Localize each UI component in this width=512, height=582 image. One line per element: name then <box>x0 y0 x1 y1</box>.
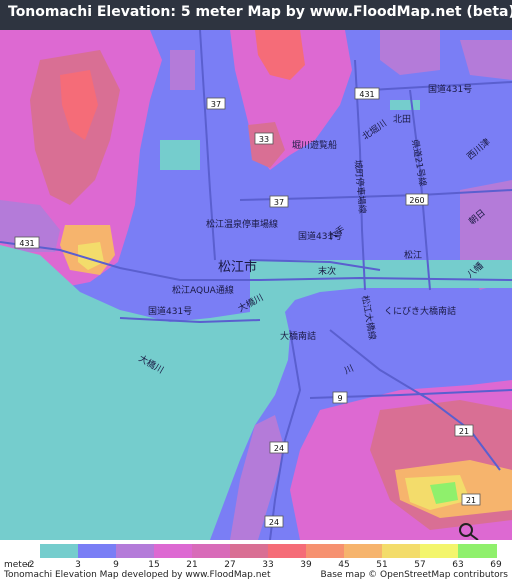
label-ohashi-minamizume: 大橋南詰 <box>280 330 316 342</box>
svg-text:37: 37 <box>211 100 221 109</box>
label-suetsugu: 末次 <box>318 265 336 277</box>
title-bar: Tonomachi Elevation: 5 meter Map by www.… <box>0 0 512 30</box>
legend-tick-label: -2 <box>25 560 35 570</box>
shield-r33: 33 <box>254 132 274 145</box>
svg-text:24: 24 <box>274 444 284 453</box>
svg-text:431: 431 <box>359 90 374 99</box>
map-title: Tonomachi Elevation: 5 meter Map by www.… <box>8 4 512 20</box>
label-matsue-east: 松江 <box>404 249 422 261</box>
legend-tick-label: 15 <box>148 560 160 570</box>
legend-tick-label: 9 <box>113 560 119 570</box>
pond-ne <box>390 100 420 110</box>
shield-r431-west: 431 <box>14 236 40 249</box>
pond-north <box>160 140 200 170</box>
shield-r9: 9 <box>332 391 348 404</box>
legend-tick-label: 21 <box>186 560 198 570</box>
elevation-map[interactable]: 国道431号 国道431号 国道431号 松江温泉停車場線 松江市 松江AQUA… <box>0 30 512 540</box>
shield-r431-ne: 431 <box>354 87 380 100</box>
shield-r37-center: 37 <box>269 195 289 208</box>
legend-tick-label: 51 <box>376 560 388 570</box>
footer-credit: Tonomachi Elevation Map developed by www… <box>4 570 271 580</box>
label-route431-east: 国道431号 <box>428 83 472 95</box>
svg-text:37: 37 <box>274 198 284 207</box>
footer-basemap: Base map © OpenStreetMap contributors <box>320 570 508 580</box>
legend-swatch <box>382 544 421 558</box>
legend-tick-label: 63 <box>452 560 464 570</box>
shield-r37-north: 37 <box>206 97 226 110</box>
legend-tick-label: 33 <box>262 560 274 570</box>
label-route431-south: 国道431号 <box>148 305 192 317</box>
label-matsue-city: 松江市 <box>218 259 257 275</box>
label-station-line: 松江温泉停車場線 <box>206 218 278 230</box>
legend-swatch <box>306 544 345 558</box>
elevation-legend: meter -2 3 9 15 21 27 33 39 45 51 57 63 69 Tonomachi… <box>0 540 512 582</box>
shield-r21-b: 21 <box>461 493 481 506</box>
legend-swatch <box>420 544 459 558</box>
svg-text:431: 431 <box>19 239 34 248</box>
svg-text:9: 9 <box>337 394 342 403</box>
svg-text:33: 33 <box>259 135 269 144</box>
patch-1 <box>170 50 195 90</box>
legend-swatch <box>116 544 155 558</box>
label-horikawa: 堀川遊覧船 <box>292 139 337 151</box>
legend-swatch <box>458 544 497 558</box>
legend-swatch <box>40 544 79 558</box>
legend-swatch <box>344 544 383 558</box>
legend-tick-label: 69 <box>490 560 502 570</box>
label-aqua-line: 松江AQUA通線 <box>172 284 234 296</box>
legend-tick-label: 57 <box>414 560 426 570</box>
shield-r21-a: 21 <box>454 424 474 437</box>
legend-swatch <box>78 544 117 558</box>
legend-tick-label: 27 <box>224 560 236 570</box>
label-kitada: 北田 <box>393 114 411 125</box>
label-kunibiki-bridge: くにびき大橋南詰 <box>384 305 456 317</box>
legend-swatch <box>192 544 231 558</box>
legend-tick-label: 45 <box>338 560 350 570</box>
svg-text:260: 260 <box>409 196 424 205</box>
shield-r260: 260 <box>405 193 429 206</box>
svg-text:21: 21 <box>459 427 469 436</box>
legend-swatch <box>154 544 193 558</box>
legend-tick-label: 39 <box>300 560 312 570</box>
svg-text:21: 21 <box>466 496 476 505</box>
shield-r24-a: 24 <box>269 441 289 454</box>
legend-swatch <box>268 544 307 558</box>
legend-tick-label: 3 <box>75 560 81 570</box>
svg-text:24: 24 <box>269 518 279 527</box>
legend-swatch <box>230 544 269 558</box>
shield-r24-b: 24 <box>264 515 284 528</box>
map-canvas: 国道431号 国道431号 国道431号 松江温泉停車場線 松江市 松江AQUA… <box>0 30 512 540</box>
